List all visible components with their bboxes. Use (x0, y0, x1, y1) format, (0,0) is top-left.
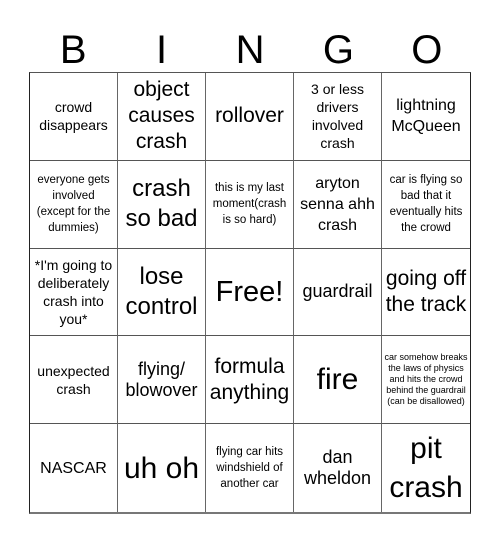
cell-text: uh oh (123, 451, 200, 485)
bingo-cell[interactable]: crash so bad (118, 160, 206, 249)
bingo-cell[interactable]: fire (294, 336, 382, 425)
bingo-cell[interactable]: dan wheldon (294, 424, 382, 512)
cell-text: car is flying so bad that it eventually … (389, 174, 463, 235)
cell-text: crash so bad (125, 175, 198, 233)
bingo-header: B I N G O (29, 28, 471, 72)
bingo-cell[interactable]: rollover (206, 73, 294, 161)
cell-text: lightning McQueen (391, 97, 461, 136)
cell-text: car somehow breaks the laws of physics a… (384, 352, 468, 407)
bingo-cell[interactable]: lose control (118, 248, 206, 337)
bingo-cell[interactable]: pit crash (382, 424, 470, 512)
header-letter-o: O (411, 28, 443, 72)
bingo-cell[interactable]: NASCAR (30, 424, 118, 512)
header-letter-g: G (322, 28, 354, 72)
bingo-cell[interactable]: object causes crash (118, 73, 206, 161)
cell-text: formula anything (209, 354, 290, 404)
bingo-grid: crowd disappears object causes crash rol… (29, 72, 471, 514)
bingo-cell[interactable]: flying car hits windshield of another ca… (206, 424, 294, 512)
cell-text: NASCAR (40, 459, 107, 477)
cell-text: unexpected crash (37, 362, 110, 397)
header-letter-b: B (59, 28, 87, 72)
cell-text: dan wheldon (303, 447, 372, 489)
cell-text: guardrail (302, 281, 373, 302)
cell-text: aryton senna ahh crash (300, 174, 375, 234)
cell-text: flying car hits windshield of another ca… (215, 446, 284, 491)
cell-text: everyone gets involved (except for the d… (36, 174, 111, 235)
bingo-cell[interactable]: *I'm going to deliberately crash into yo… (30, 248, 118, 337)
bingo-cell[interactable]: lightning McQueen (382, 73, 470, 161)
free-space-cell[interactable]: Free! (206, 248, 294, 337)
bingo-cell[interactable]: crowd disappears (30, 73, 118, 161)
bingo-cell[interactable]: unexpected crash (30, 336, 118, 425)
cell-text: fire (316, 363, 359, 397)
bingo-cell[interactable]: aryton senna ahh crash (294, 160, 382, 249)
bingo-cell[interactable]: everyone gets involved (except for the d… (30, 160, 118, 249)
bingo-cell[interactable]: this is my last moment(crash is so hard) (206, 160, 294, 249)
bingo-cell[interactable]: car somehow breaks the laws of physics a… (382, 336, 470, 425)
header-letter-n: N (235, 28, 265, 72)
header-letter-i: I (156, 28, 168, 72)
cell-text: 3 or less drivers involved crash (311, 81, 364, 152)
bingo-cell[interactable]: going off the track (382, 249, 470, 337)
cell-text: rollover (215, 104, 284, 128)
bingo-cell[interactable]: uh oh (118, 424, 206, 512)
bingo-cell[interactable]: flying/ blowover (118, 336, 206, 425)
cell-text: object causes crash (128, 78, 195, 154)
cell-text: going off the track (385, 266, 467, 316)
cell-text: pit crash (389, 432, 463, 505)
cell-text: flying/ blowover (125, 358, 198, 400)
bingo-cell[interactable]: formula anything (206, 336, 294, 425)
cell-text: crowd disappears (39, 99, 108, 134)
cell-text: lose control (125, 262, 198, 320)
cell-text: Free! (215, 275, 284, 308)
bingo-cell[interactable]: 3 or less drivers involved crash (294, 73, 382, 161)
bingo-cell[interactable]: car is flying so bad that it eventually … (382, 161, 470, 249)
bingo-cell[interactable]: guardrail (294, 248, 382, 337)
cell-text: this is my last moment(crash is so hard) (212, 182, 287, 227)
cell-text: *I'm going to deliberately crash into yo… (34, 256, 113, 327)
